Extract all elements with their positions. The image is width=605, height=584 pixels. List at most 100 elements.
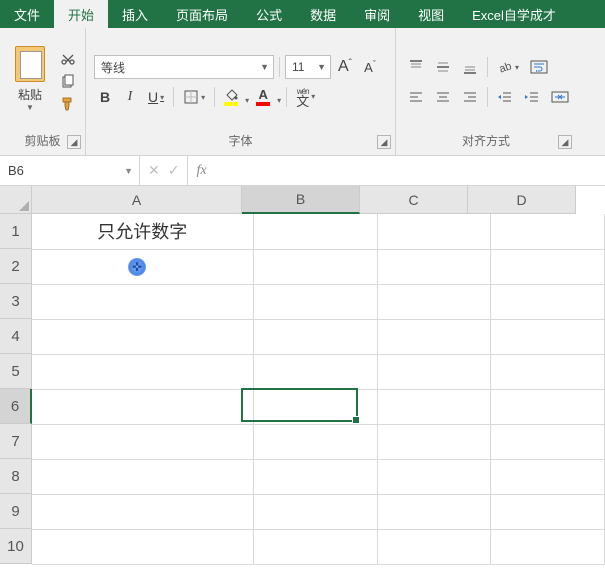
row-header-7[interactable]: 7: [0, 424, 32, 459]
tab-formulas[interactable]: 公式: [242, 0, 296, 28]
cut-button[interactable]: [58, 51, 78, 69]
wrap-text-button[interactable]: [526, 55, 552, 79]
cell-A4[interactable]: [32, 319, 253, 354]
fill-color-button[interactable]: [220, 85, 242, 109]
font-launcher[interactable]: ◢: [377, 135, 391, 149]
cell-A8[interactable]: [32, 459, 253, 494]
cell-B5[interactable]: [253, 354, 377, 389]
tab-extra[interactable]: Excel自学成才: [458, 0, 570, 28]
alignment-launcher[interactable]: ◢: [558, 135, 572, 149]
cell-B9[interactable]: [253, 494, 377, 529]
font-size-combo[interactable]: 11 ▼: [285, 55, 331, 79]
cell-B10[interactable]: [253, 529, 377, 564]
increase-fontsize-button[interactable]: Aˆ: [334, 55, 356, 79]
row-header-2[interactable]: 2: [0, 249, 32, 284]
cell-D5[interactable]: [491, 354, 605, 389]
column-header-D[interactable]: D: [468, 186, 576, 214]
cell-D3[interactable]: [491, 284, 605, 319]
cell-A6[interactable]: [32, 389, 253, 424]
align-top-button[interactable]: [404, 55, 428, 79]
cell-B6[interactable]: [253, 389, 377, 424]
chevron-down-icon[interactable]: ▾: [245, 96, 249, 105]
row-header-6[interactable]: 6: [0, 389, 32, 424]
row-header-5[interactable]: 5: [0, 354, 32, 389]
tab-review[interactable]: 审阅: [350, 0, 404, 28]
cell-A5[interactable]: [32, 354, 253, 389]
row-header-9[interactable]: 9: [0, 494, 32, 529]
cell-C7[interactable]: [377, 424, 491, 459]
cell-A3[interactable]: [32, 284, 253, 319]
cell-D1[interactable]: [491, 214, 605, 249]
cell-A7[interactable]: [32, 424, 253, 459]
italic-button[interactable]: I: [119, 85, 141, 109]
row-header-10[interactable]: 10: [0, 529, 32, 564]
decrease-fontsize-button[interactable]: Aˇ: [359, 55, 381, 79]
phonetic-guide-button[interactable]: wén文 ▾: [292, 85, 319, 109]
row-header-1[interactable]: 1: [0, 214, 32, 249]
cell-D2[interactable]: [491, 249, 605, 284]
font-name-combo[interactable]: 等线 ▼: [94, 55, 274, 79]
merge-center-button[interactable]: [547, 85, 573, 109]
cell-A9[interactable]: [32, 494, 253, 529]
tab-data[interactable]: 数据: [296, 0, 350, 28]
tab-home[interactable]: 开始: [54, 0, 108, 28]
row-header-4[interactable]: 4: [0, 319, 32, 354]
cell-B3[interactable]: [253, 284, 377, 319]
tab-file[interactable]: 文件: [0, 0, 54, 28]
font-color-button[interactable]: A: [252, 85, 274, 109]
align-middle-button[interactable]: [431, 55, 455, 79]
clipboard-launcher[interactable]: ◢: [67, 135, 81, 149]
align-center-button[interactable]: [431, 85, 455, 109]
row-header-3[interactable]: 3: [0, 284, 32, 319]
column-header-B[interactable]: B: [242, 186, 360, 214]
cell-B1[interactable]: [253, 214, 377, 249]
cell-B4[interactable]: [253, 319, 377, 354]
cell-D9[interactable]: [491, 494, 605, 529]
cell-D7[interactable]: [491, 424, 605, 459]
cell-D6[interactable]: [491, 389, 605, 424]
underline-button[interactable]: U▾: [144, 85, 168, 109]
cell-B8[interactable]: [253, 459, 377, 494]
cell-D10[interactable]: [491, 529, 605, 564]
decrease-indent-button[interactable]: [493, 85, 517, 109]
align-bottom-button[interactable]: [458, 55, 482, 79]
chevron-down-icon[interactable]: ▾: [277, 96, 281, 105]
column-header-A[interactable]: A: [32, 186, 242, 214]
format-painter-button[interactable]: [58, 95, 78, 113]
cell-A10[interactable]: [32, 529, 253, 564]
cell-B2[interactable]: [253, 249, 377, 284]
cell-B7[interactable]: [253, 424, 377, 459]
cell-D8[interactable]: [491, 459, 605, 494]
cell-C9[interactable]: [377, 494, 491, 529]
cell-C1[interactable]: [377, 214, 491, 249]
cell-C10[interactable]: [377, 529, 491, 564]
align-right-button[interactable]: [458, 85, 482, 109]
bold-button[interactable]: B: [94, 85, 116, 109]
cell-A2[interactable]: [32, 249, 253, 284]
column-header-C[interactable]: C: [360, 186, 468, 214]
cell-D4[interactable]: [491, 319, 605, 354]
cell-C5[interactable]: [377, 354, 491, 389]
cancel-formula-button[interactable]: ✕: [148, 162, 160, 179]
cell-C4[interactable]: [377, 319, 491, 354]
cell-C2[interactable]: [377, 249, 491, 284]
tab-page-layout[interactable]: 页面布局: [162, 0, 242, 28]
increase-indent-button[interactable]: [520, 85, 544, 109]
tab-view[interactable]: 视图: [404, 0, 458, 28]
fx-label[interactable]: fx: [188, 163, 214, 179]
orientation-button[interactable]: ab ▾: [493, 55, 523, 79]
name-box[interactable]: B6 ▼: [0, 156, 140, 185]
cell-A1[interactable]: 只允许数字: [32, 214, 253, 249]
tab-insert[interactable]: 插入: [108, 0, 162, 28]
cell-C6[interactable]: [377, 389, 491, 424]
align-left-button[interactable]: [404, 85, 428, 109]
row-header-8[interactable]: 8: [0, 459, 32, 494]
enter-formula-button[interactable]: ✓: [168, 162, 180, 179]
select-all-corner[interactable]: [0, 186, 32, 214]
formula-input[interactable]: [215, 156, 605, 185]
borders-button[interactable]: ▾: [179, 85, 209, 109]
cell-C3[interactable]: [377, 284, 491, 319]
cell-C8[interactable]: [377, 459, 491, 494]
paste-button[interactable]: 粘贴 ▼: [8, 46, 52, 118]
copy-button[interactable]: [58, 73, 78, 91]
